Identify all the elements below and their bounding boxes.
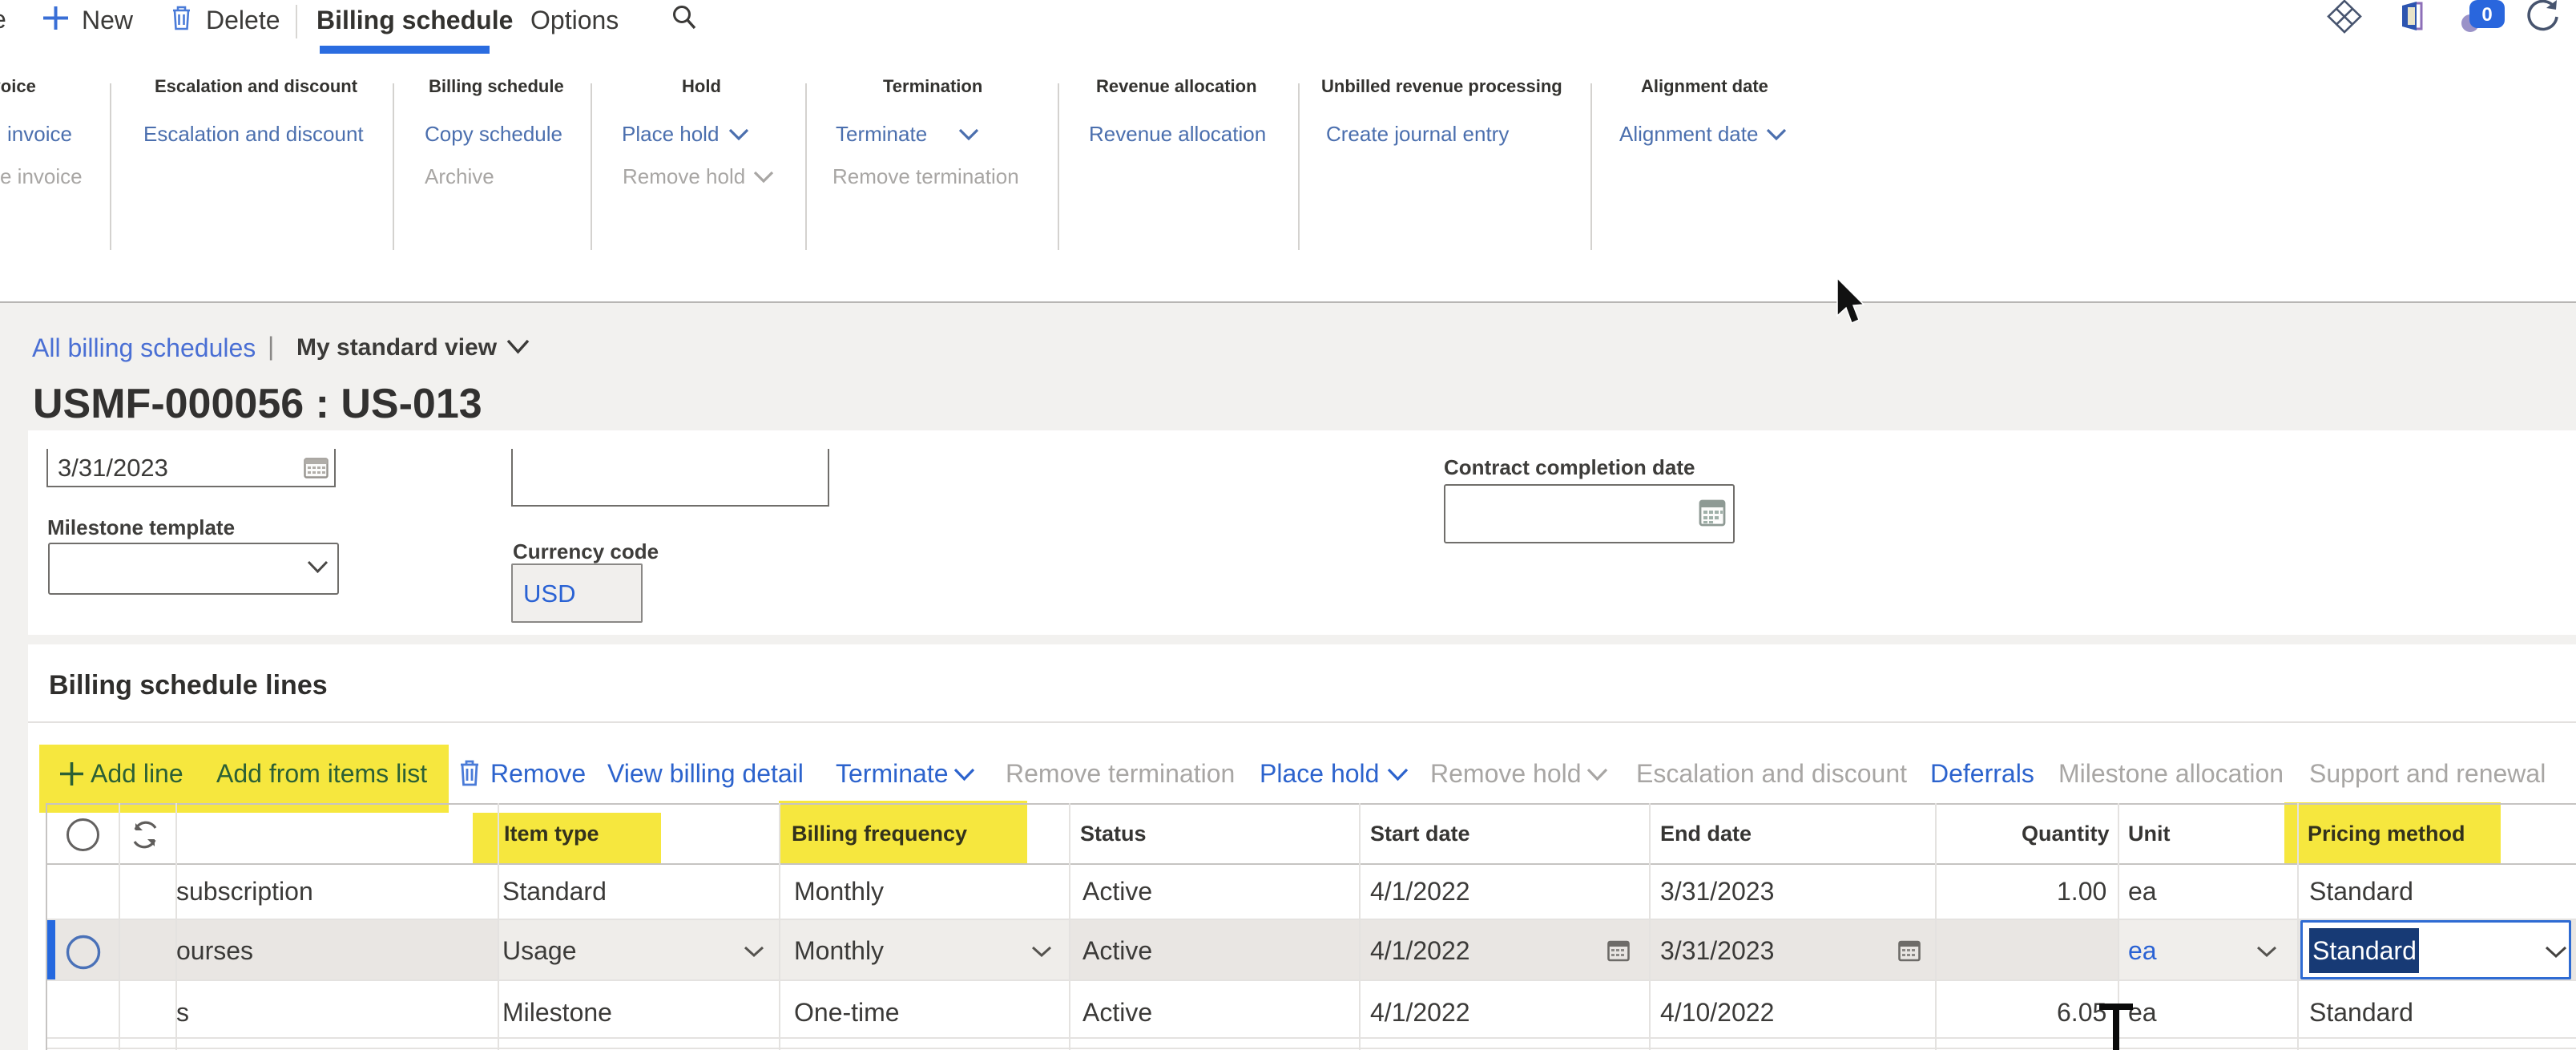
svg-text:0: 0	[2481, 4, 2492, 26]
